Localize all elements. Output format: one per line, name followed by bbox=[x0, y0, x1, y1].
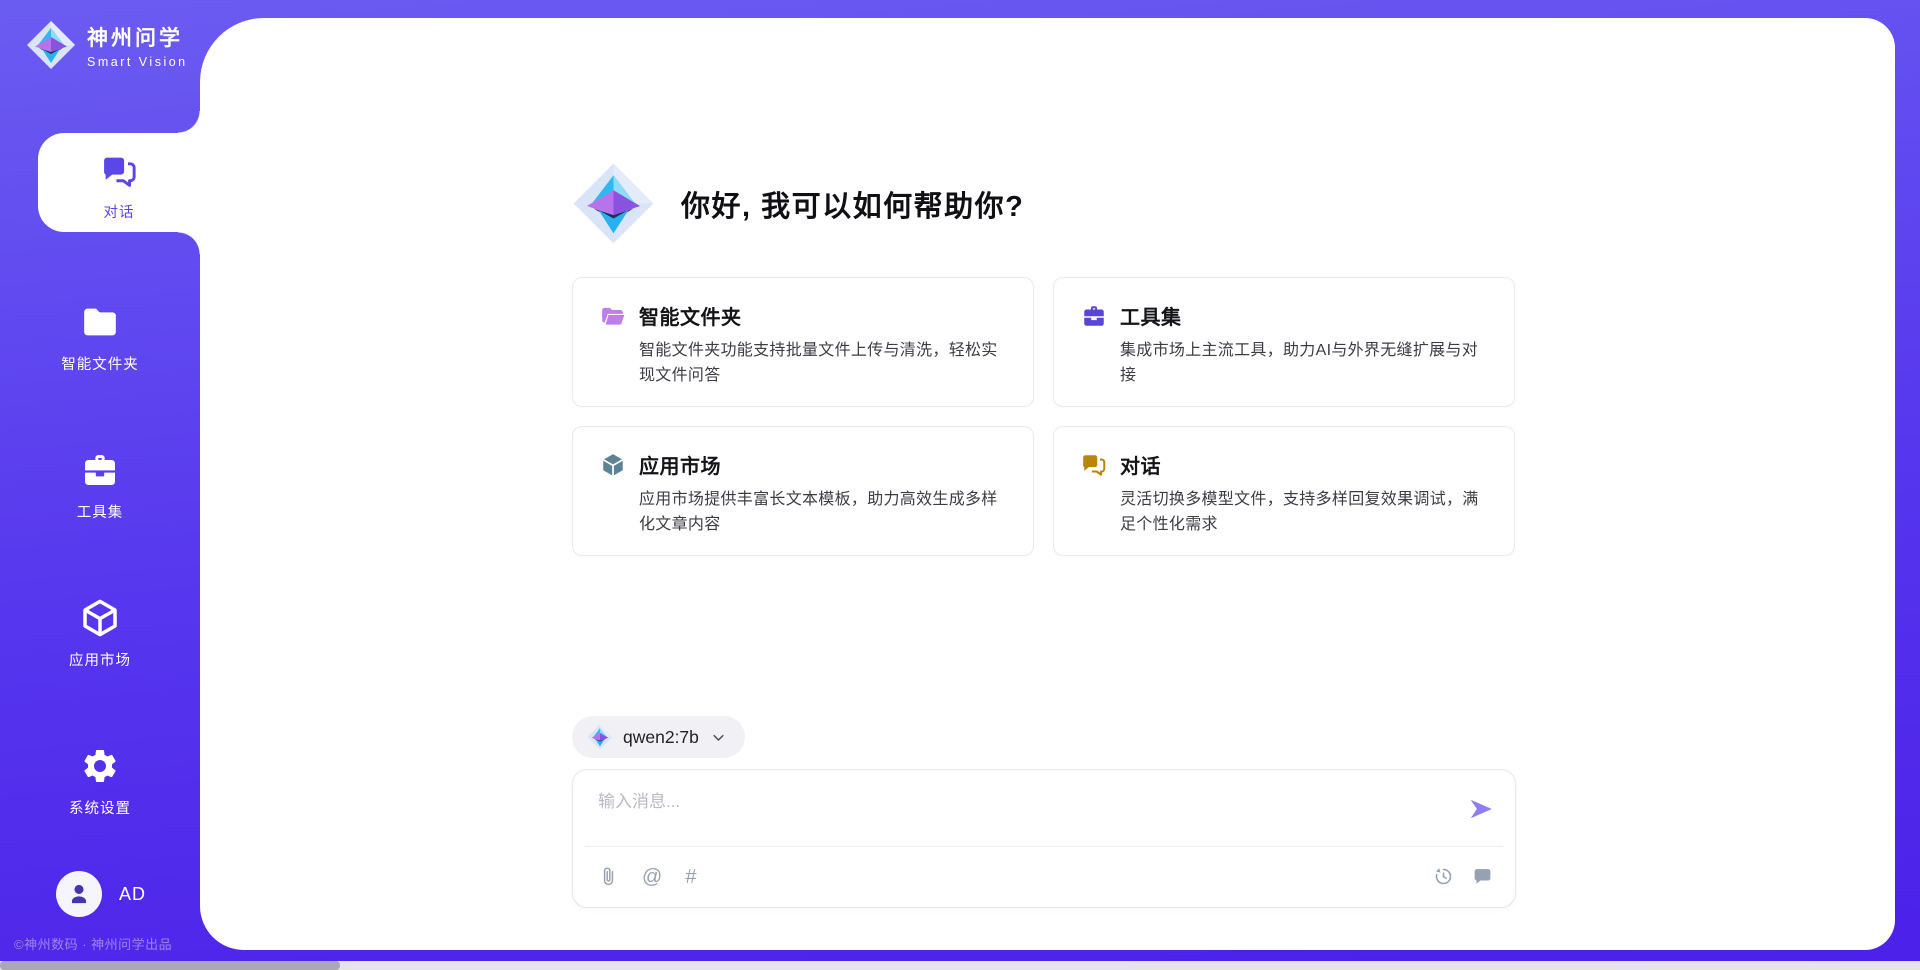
toolbox-icon bbox=[1081, 303, 1107, 329]
gear-icon bbox=[80, 746, 120, 786]
card-title: 智能文件夹 bbox=[639, 301, 742, 330]
send-button[interactable] bbox=[1467, 796, 1495, 824]
sidebar-item-label: 智能文件夹 bbox=[61, 353, 139, 374]
sidebar-item-label: 系统设置 bbox=[69, 797, 131, 818]
message-input[interactable] bbox=[598, 786, 1418, 818]
card-chat[interactable]: 对话 灵活切换多模型文件，支持多样回复效果调试，满足个性化需求 bbox=[1053, 426, 1515, 556]
card-header: 应用市场 bbox=[600, 450, 1006, 479]
card-header: 智能文件夹 bbox=[600, 301, 1006, 330]
paperclip-icon bbox=[598, 866, 619, 887]
brand-subtitle: Smart Vision bbox=[87, 55, 188, 69]
card-title: 应用市场 bbox=[639, 450, 721, 479]
card-header: 工具集 bbox=[1081, 301, 1487, 330]
cube-icon bbox=[600, 452, 626, 478]
brand-name: 神州问学 bbox=[87, 22, 188, 52]
chat-bubbles-icon bbox=[1081, 452, 1107, 478]
sidebar-item-label: 对话 bbox=[104, 201, 135, 222]
sidebar-nav: 对话 智能文件夹 工具集 应用市场 系统设置 bbox=[0, 133, 200, 824]
sidebar-item-chat[interactable]: 对话 bbox=[38, 133, 200, 232]
sidebar-item-label: 应用市场 bbox=[69, 649, 131, 670]
brand-logo: 神州问学 Smart Vision bbox=[26, 20, 188, 70]
card-header: 对话 bbox=[1081, 450, 1487, 479]
sidebar: 神州问学 Smart Vision 对话 智能文件夹 工具集 应用市场 系统设置 bbox=[0, 0, 200, 970]
folder-open-icon bbox=[600, 303, 626, 329]
greeting-title: 你好, 我可以如何帮助你? bbox=[681, 183, 1024, 225]
sidebar-item-app-market[interactable]: 应用市场 bbox=[0, 576, 200, 676]
main-panel: 你好, 我可以如何帮助你? 智能文件夹 智能文件夹功能支持批量文件上传与清洗，轻… bbox=[200, 18, 1895, 950]
brand-text: 神州问学 Smart Vision bbox=[87, 22, 188, 69]
folder-icon bbox=[80, 302, 120, 342]
card-description: 集成市场上主流工具，助力AI与外界无缝扩展与对接 bbox=[1120, 339, 1487, 389]
card-toolset[interactable]: 工具集 集成市场上主流工具，助力AI与外界无缝扩展与对接 bbox=[1053, 277, 1515, 407]
card-description: 智能文件夹功能支持批量文件上传与清洗，轻松实现文件问答 bbox=[639, 339, 1006, 389]
copyright-text: ©神州数码 · 神州问学出品 bbox=[14, 934, 172, 953]
topic-button[interactable]: # bbox=[685, 867, 696, 887]
card-app-market[interactable]: 应用市场 应用市场提供丰富长文本模板，助力高效生成多样化文章内容 bbox=[572, 426, 1034, 556]
user-name: AD bbox=[119, 884, 146, 905]
sidebar-item-toolset[interactable]: 工具集 bbox=[0, 428, 200, 528]
sidebar-item-label: 工具集 bbox=[77, 501, 124, 522]
mention-button[interactable]: @ bbox=[642, 867, 662, 887]
history-button[interactable] bbox=[1433, 866, 1454, 887]
card-title: 工具集 bbox=[1120, 301, 1182, 330]
composer-tools-right bbox=[1433, 866, 1493, 887]
model-selector[interactable]: qwen2:7b bbox=[572, 716, 745, 758]
horizontal-scrollbar[interactable] bbox=[0, 961, 1920, 970]
card-description: 灵活切换多模型文件，支持多样回复效果调试，满足个性化需求 bbox=[1120, 488, 1487, 538]
toolbox-icon bbox=[80, 450, 120, 490]
card-title: 对话 bbox=[1120, 450, 1161, 479]
feature-cards: 智能文件夹 智能文件夹功能支持批量文件上传与清洗，轻松实现文件问答 工具集 集成… bbox=[572, 277, 1515, 556]
card-description: 应用市场提供丰富长文本模板，助力高效生成多样化文章内容 bbox=[639, 488, 1006, 538]
chevron-down-icon bbox=[711, 730, 726, 745]
feedback-button[interactable] bbox=[1472, 866, 1493, 887]
model-name: qwen2:7b bbox=[623, 727, 699, 748]
user-profile[interactable]: AD bbox=[56, 871, 146, 917]
send-icon bbox=[1468, 796, 1494, 822]
chat-bubbles-icon bbox=[101, 153, 138, 190]
assistant-diamond-icon bbox=[572, 162, 655, 245]
card-smart-folder[interactable]: 智能文件夹 智能文件夹功能支持批量文件上传与清洗，轻松实现文件问答 bbox=[572, 277, 1034, 407]
attach-button[interactable] bbox=[598, 866, 619, 887]
sidebar-item-system-settings[interactable]: 系统设置 bbox=[0, 724, 200, 824]
history-icon bbox=[1433, 866, 1454, 887]
person-icon bbox=[66, 881, 92, 907]
composer-tools-left: @ # bbox=[598, 866, 696, 887]
avatar bbox=[56, 871, 102, 917]
scrollbar-thumb[interactable] bbox=[0, 961, 340, 970]
greeting: 你好, 我可以如何帮助你? bbox=[572, 162, 1024, 245]
composer-divider bbox=[585, 846, 1503, 847]
cube-icon bbox=[80, 598, 120, 638]
sidebar-item-smart-folder[interactable]: 智能文件夹 bbox=[0, 280, 200, 380]
model-diamond-icon bbox=[587, 724, 613, 750]
chat-bubble-icon bbox=[1472, 866, 1493, 887]
brand-diamond-icon bbox=[26, 20, 76, 70]
composer: @ # bbox=[572, 769, 1516, 908]
